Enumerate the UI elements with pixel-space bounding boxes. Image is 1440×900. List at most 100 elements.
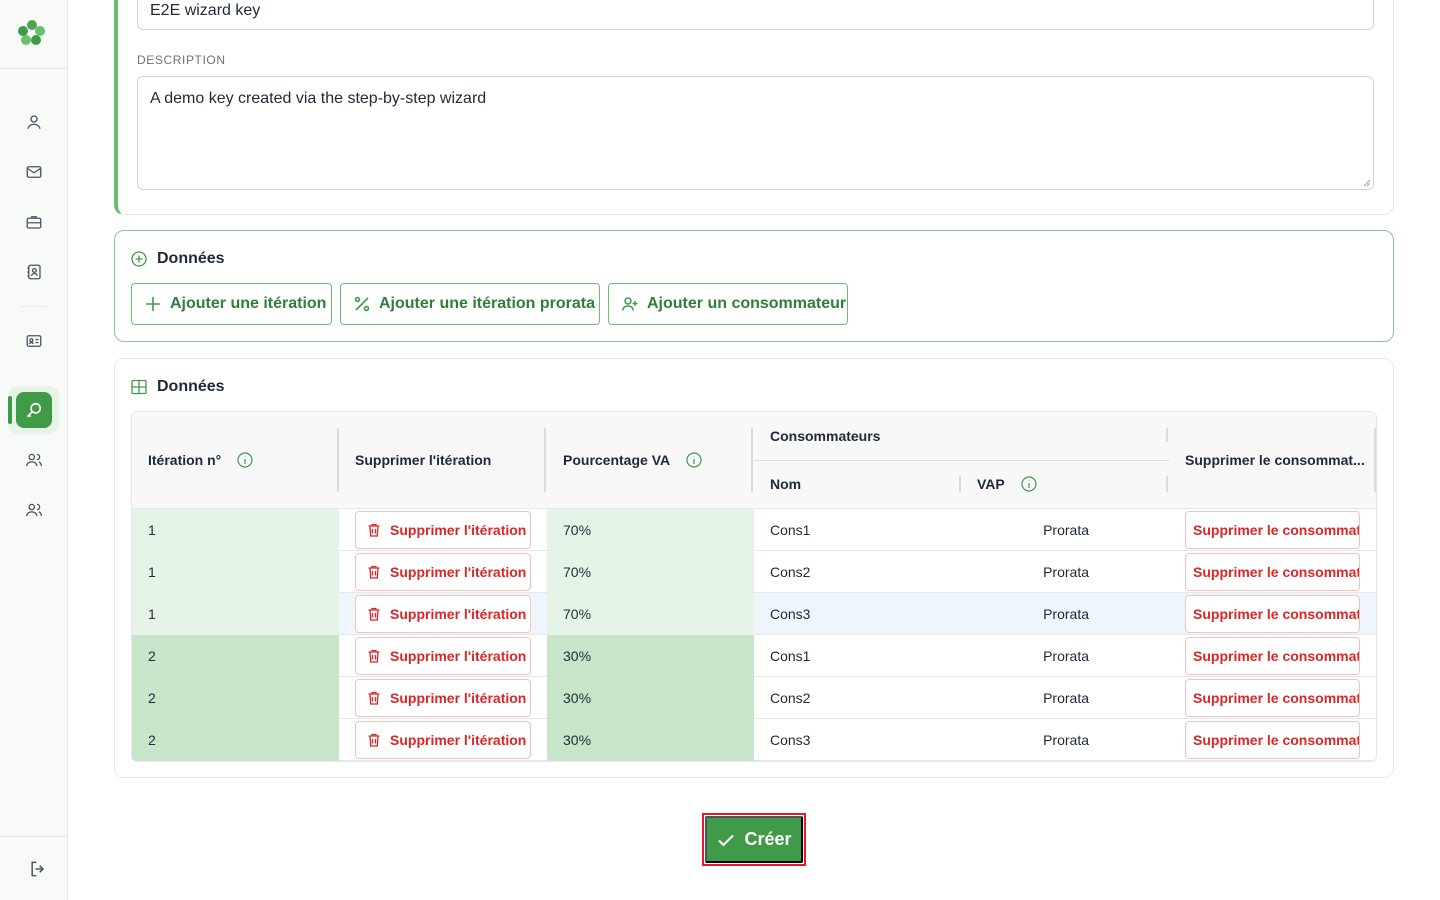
key-search-icon[interactable] [16,392,52,428]
delete-consumer-button[interactable]: Supprimer le consommateur [1185,721,1360,759]
vap-cell: Prorata [1043,732,1089,748]
delete-iteration-label: Supprimer l'itération [390,648,527,664]
trash-icon [366,690,382,706]
delete-consumer-button[interactable]: Supprimer le consommateur [1185,679,1360,717]
header-consumers-group: Consommateurs [770,428,880,444]
sidebar-divider [0,836,68,837]
column-separator[interactable] [337,428,339,492]
percentage-cell: 30% [547,719,754,761]
group-divider [754,460,1169,461]
resize-grip-icon[interactable] [1363,179,1371,187]
consumer-name-cell: Cons3 [770,732,811,748]
check-icon [716,830,736,850]
vap-cell: Prorata [1043,690,1089,706]
column-separator[interactable] [544,428,546,492]
delete-iteration-cell: Supprimer l'itération [339,719,547,761]
table-icon [131,379,147,395]
logo-icon[interactable] [17,18,47,48]
add-iteration-button[interactable]: Ajouter une itération [131,283,332,325]
add-consumer-button[interactable]: Ajouter un consommateur [608,283,848,325]
delete-consumer-button[interactable]: Supprimer le consommateur [1185,553,1360,591]
delete-consumer-button[interactable]: Supprimer le consommateur [1185,595,1360,633]
delete-consumer-cell: Supprimer le consommateur [1169,593,1376,635]
iteration-cell: 1 [132,509,339,551]
description-textarea[interactable]: A demo key created via the step-by-step … [137,76,1374,190]
column-separator [1166,428,1168,442]
team-icon[interactable] [22,498,46,522]
delete-iteration-button[interactable]: Supprimer l'itération [355,679,531,717]
header-delete-iteration-label: Supprimer l'itération [355,452,492,468]
percentage-cell: 70% [547,593,754,635]
column-separator[interactable] [959,476,961,492]
add-prorata-iteration-button[interactable]: Ajouter une itération prorata [340,283,600,325]
percentage-cell: 30% [547,677,754,719]
header-name[interactable]: Nom [770,476,801,492]
sidebar-divider [21,306,47,307]
consumer-name-cell: Cons2 [770,690,811,706]
info-icon[interactable] [686,452,702,468]
table-row[interactable]: 1 Supprimer l'itération 70% Cons3 Prorat… [132,593,1376,635]
plus-circle-icon [131,251,147,267]
percentage-cell: 70% [547,551,754,593]
column-separator[interactable] [751,428,753,492]
consumer-name-cell: Cons3 [770,606,811,622]
delete-iteration-cell: Supprimer l'itération [339,509,547,551]
delete-iteration-button[interactable]: Supprimer l'itération [355,553,531,591]
delete-iteration-label: Supprimer l'itération [390,690,527,706]
table-row[interactable]: 1 Supprimer l'itération 70% Cons1 Prorat… [132,509,1376,551]
create-button[interactable]: Créer [705,816,803,863]
table-row[interactable]: 2 Supprimer l'itération 30% Cons3 Prorat… [132,719,1376,761]
key-name-input[interactable]: E2E wizard key [137,0,1374,30]
info-icon[interactable] [1021,476,1037,492]
delete-consumer-button[interactable]: Supprimer le consommateur [1185,637,1360,675]
info-icon[interactable] [237,452,253,468]
add-iteration-label: Ajouter une itération [170,295,327,312]
table-section-title-text: Données [157,378,225,395]
data-grid: Itération n° Supprimer l'itération Pourc… [131,411,1377,762]
delete-iteration-button[interactable]: Supprimer l'itération [355,637,531,675]
column-separator[interactable] [1374,428,1376,492]
column-separator[interactable] [1166,476,1168,492]
delete-consumer-cell: Supprimer le consommateur [1169,719,1376,761]
delete-iteration-label: Supprimer l'itération [390,564,527,580]
consumer-name-cell: Cons1 [770,522,811,538]
trash-icon [366,606,382,622]
table-row[interactable]: 2 Supprimer l'itération 30% Cons2 Prorat… [132,677,1376,719]
key-name-value: E2E wizard key [150,2,261,19]
header-delete-consumer[interactable]: Supprimer le consommat... [1185,452,1365,468]
header-percentage[interactable]: Pourcentage VA [563,452,702,468]
trash-icon [366,732,382,748]
table-row[interactable]: 1 Supprimer l'itération 70% Cons2 Prorat… [132,551,1376,593]
header-delete-iteration[interactable]: Supprimer l'itération [355,452,491,468]
mail-icon[interactable] [22,160,46,184]
briefcase-icon[interactable] [22,210,46,234]
consumer-name-cell: Cons2 [770,564,811,580]
header-percentage-label: Pourcentage VA [563,452,671,468]
actions-section-title: Données [131,250,225,268]
delete-iteration-label: Supprimer l'itération [390,732,527,748]
header-iteration[interactable]: Itération n° [148,452,253,468]
id-card-icon[interactable] [22,329,46,353]
trash-icon [366,648,382,664]
vap-cell: Prorata [1043,648,1089,664]
table-row[interactable]: 2 Supprimer l'itération 30% Cons1 Prorat… [132,635,1376,677]
contact-book-icon[interactable] [22,260,46,284]
sidebar-divider [0,68,68,69]
logout-icon[interactable] [26,857,50,881]
vap-cell: Prorata [1043,606,1089,622]
delete-consumer-cell: Supprimer le consommateur [1169,677,1376,719]
delete-iteration-button[interactable]: Supprimer l'itération [355,595,531,633]
table-section-title: Données [131,378,225,396]
header-vap[interactable]: VAP [977,476,1037,492]
delete-iteration-button[interactable]: Supprimer l'itération [355,721,531,759]
sidebar [0,0,68,900]
delete-iteration-button[interactable]: Supprimer l'itération [355,511,531,549]
header-delete-consumer-label: Supprimer le consommat... [1185,452,1365,468]
delete-iteration-label: Supprimer l'itération [390,606,527,622]
percentage-cell: 30% [547,635,754,677]
delete-consumer-button[interactable]: Supprimer le consommateur [1185,511,1360,549]
sidebar-active-indicator [8,396,12,424]
header-iteration-label: Itération n° [148,452,222,468]
user-icon[interactable] [22,110,46,134]
users-icon[interactable] [22,448,46,472]
